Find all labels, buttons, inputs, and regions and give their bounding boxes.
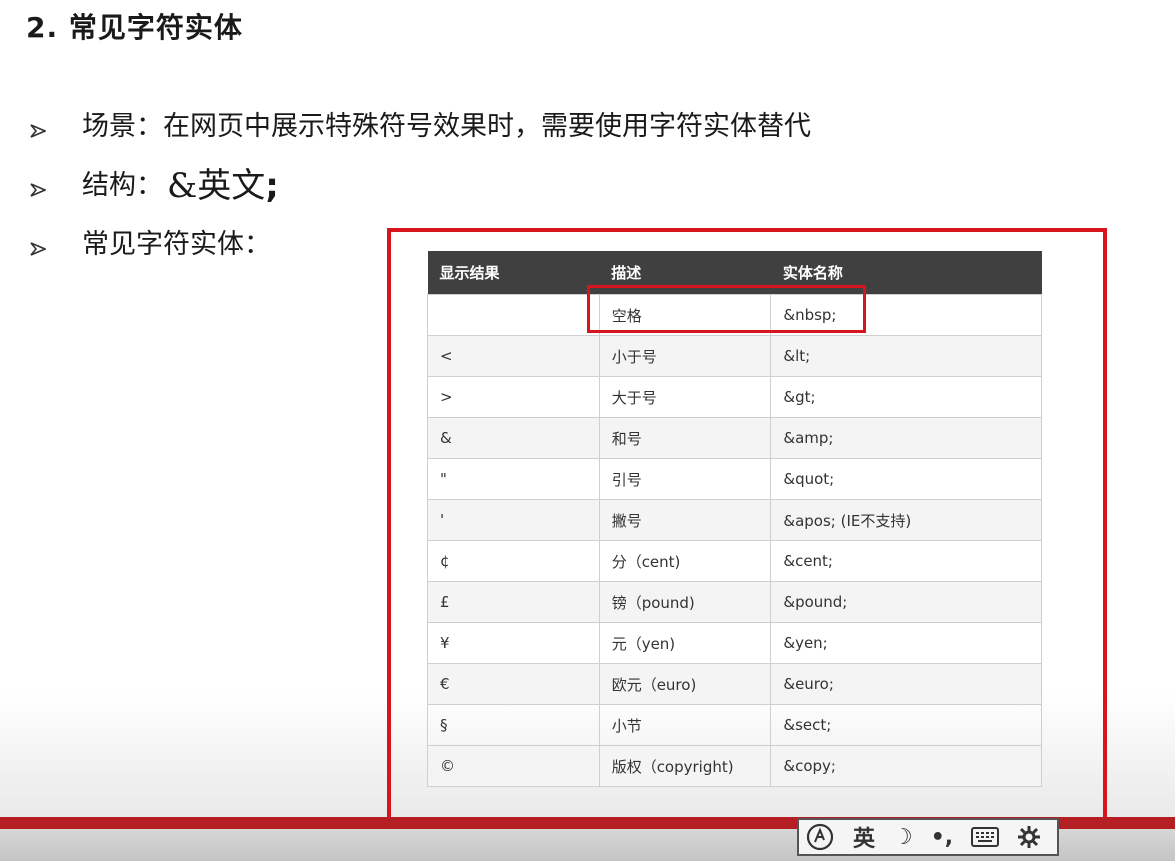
cell-display: [427, 294, 600, 336]
cell-entity: &euro;: [770, 663, 1042, 705]
cell-display: ¢: [427, 540, 600, 582]
cell-entity: &quot;: [770, 458, 1042, 500]
cell-entity: &apos; (IE不支持): [770, 499, 1042, 541]
cell-description: 小节: [598, 704, 772, 746]
table-row: ¥ 元（yen) &yen;: [427, 622, 1042, 664]
bullet-structure-label: 结构：: [82, 170, 163, 201]
cell-entity: &copy;: [770, 745, 1042, 787]
bullet-structure: 结构： &英文;: [30, 158, 279, 207]
structure-semicolon: ;: [265, 166, 279, 206]
table-row: £ 镑（pound) &pound;: [427, 581, 1042, 623]
cell-description: 版权（copyright): [598, 745, 772, 787]
table-row: § 小节 &sect;: [427, 704, 1042, 746]
ime-logo-icon[interactable]: [805, 822, 835, 852]
cell-display: €: [427, 663, 600, 705]
table-row: ¢ 分（cent) &cent;: [427, 540, 1042, 582]
cell-description: 引号: [598, 458, 772, 500]
bullet-common: 常见字符实体：: [30, 222, 271, 261]
table-row: © 版权（copyright) &copy;: [427, 745, 1042, 787]
cell-display: <: [427, 335, 600, 377]
table-row: € 欧元（euro) &euro;: [427, 663, 1042, 705]
cell-entity: &lt;: [770, 335, 1042, 377]
table-row: & 和号 &amp;: [427, 417, 1042, 459]
gear-icon[interactable]: [1017, 825, 1041, 849]
keyboard-icon[interactable]: [971, 827, 1000, 847]
cell-description: 小于号: [598, 335, 772, 377]
cell-description: 分（cent): [598, 540, 772, 582]
table-row: ' 撇号 &apos; (IE不支持): [427, 499, 1042, 541]
table-row: < 小于号 &lt;: [427, 335, 1042, 377]
cell-entity: &sect;: [770, 704, 1042, 746]
cell-description: 欧元（euro): [598, 663, 772, 705]
table-row: > 大于号 &gt;: [427, 376, 1042, 418]
cell-display: ¥: [427, 622, 600, 664]
cell-entity: &cent;: [770, 540, 1042, 582]
nbsp-highlight-box: [587, 285, 866, 333]
cell-description: 元（yen): [598, 622, 772, 664]
ime-language-toggle[interactable]: 英: [853, 821, 875, 853]
cell-entity: &amp;: [770, 417, 1042, 459]
cell-display: £: [427, 581, 600, 623]
structure-code: &英文;: [167, 158, 279, 207]
cell-description: 镑（pound): [598, 581, 772, 623]
ime-toolbar[interactable]: 英 ☽ •,: [797, 818, 1059, 856]
cell-display: ': [427, 499, 600, 541]
bullet-scene-text: 场景：在网页中展示特殊符号效果时，需要使用字符实体替代: [82, 111, 811, 142]
cell-display: ": [427, 458, 600, 500]
cell-description: 撇号: [598, 499, 772, 541]
structure-code-text: &英文: [167, 166, 266, 206]
cell-entity: &gt;: [770, 376, 1042, 418]
cell-entity: &yen;: [770, 622, 1042, 664]
cell-display: &: [427, 417, 600, 459]
slide-title: 2. 常见字符实体: [26, 11, 243, 44]
punctuation-icon[interactable]: •,: [931, 825, 953, 850]
cell-entity: &pound;: [770, 581, 1042, 623]
cell-display: >: [427, 376, 600, 418]
bullet-scene: 场景：在网页中展示特殊符号效果时，需要使用字符实体替代: [30, 104, 811, 143]
moon-icon[interactable]: ☽: [893, 825, 913, 850]
table-row: " 引号 &quot;: [427, 458, 1042, 500]
cell-description: 大于号: [598, 376, 772, 418]
header-display: 显示结果: [427, 251, 600, 295]
cell-display: ©: [427, 745, 600, 787]
bullet-common-text: 常见字符实体：: [82, 229, 271, 260]
cell-description: 和号: [598, 417, 772, 459]
cell-display: §: [427, 704, 600, 746]
